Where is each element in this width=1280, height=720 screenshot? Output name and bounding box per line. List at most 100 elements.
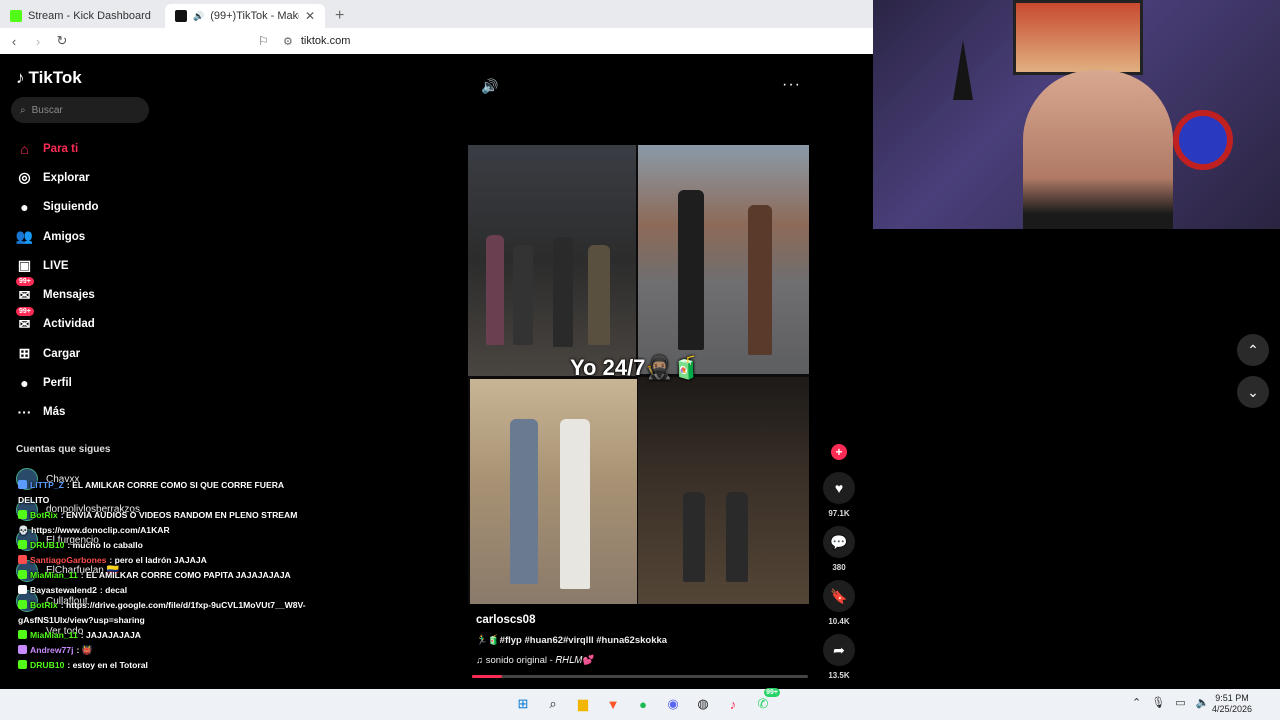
scroll-up-button[interactable]: ⌃ [1237, 334, 1269, 366]
chat-badge-icon [18, 645, 27, 654]
chat-username: DRUB10 [30, 660, 65, 670]
chat-badge-icon [18, 660, 27, 669]
windows-start-glyph: ⊞ [517, 696, 529, 711]
sidebar-item-label: Amigos [43, 230, 86, 243]
obs-icon[interactable]: ◍ [692, 693, 714, 715]
video-player[interactable]: Yo 24/7🥷🏽🧃 [468, 145, 809, 604]
bookmark-icon[interactable]: ⚐ [258, 34, 269, 48]
search-input[interactable]: ⌕ Buscar [11, 97, 149, 123]
site-info-icon[interactable]: ⚙ [283, 35, 293, 48]
video-sound[interactable]: ♫ sonido original - 𝑅𝐻𝐿𝑀💕 [476, 655, 594, 666]
volume-icon[interactable]: 🔊 [481, 78, 498, 95]
chat-text: : JAJAJAJAJA [80, 630, 141, 640]
chat-username: MiaMian_11 [30, 630, 78, 640]
file-explorer-icon[interactable]: ▆ [572, 693, 594, 715]
sidebar-item-siguiendo[interactable]: ● Siguiendo [16, 193, 156, 222]
comment-icon[interactable]: 💬 [823, 526, 855, 558]
sidebar-item-actividad[interactable]: ✉ 99+ Actividad [16, 306, 156, 339]
volume-icon[interactable]: 🔈 [1196, 696, 1210, 709]
chat-username: Andrew77j [30, 645, 74, 655]
sidebar-item-cargar[interactable]: ⊞ Cargar [16, 339, 156, 368]
system-tray: ⌃ 🎙 ▭ 🔈 [1132, 696, 1209, 709]
webcam-overlay [873, 0, 1280, 229]
chat-badge-icon [18, 600, 27, 609]
search-icon: ⌕ [20, 104, 26, 116]
tiktok-note-icon: ♪ [16, 68, 25, 87]
more-options-icon[interactable]: ··· [782, 76, 801, 94]
windows-start-icon[interactable]: ⊞ [512, 693, 534, 715]
sidebar-item-amigos[interactable]: 👥 Amigos [16, 222, 156, 251]
sidebar-item-para-ti[interactable]: ⌂ Para ti [16, 134, 156, 163]
scroll-down-button[interactable]: ⌄ [1237, 376, 1269, 408]
sidebar-item-live[interactable]: ▣ LIVE [16, 251, 156, 280]
chat-badge-icon [18, 510, 27, 519]
tiktok-icon[interactable]: ♪ [722, 693, 744, 715]
sidebar-item-label: Perfil [43, 377, 72, 390]
music-note-icon: ♫ [476, 655, 486, 666]
taskbar-apps: ⊞ ⌕ ▆ ▼ ● ◉ ◍ ♪ ✆ 99+ [512, 688, 780, 715]
spotify-icon[interactable]: ● [632, 693, 654, 715]
chat-text: : 👹 [76, 645, 93, 655]
sidebar-item-más[interactable]: ··· Más [16, 398, 156, 427]
like-icon[interactable]: ♥ [823, 472, 855, 504]
forward-icon[interactable]: › [28, 34, 48, 49]
search-icon[interactable]: ⌕ [542, 693, 564, 715]
kick-favicon-icon [10, 10, 22, 22]
tab-title: (99+)TikTok - Make Your Day [210, 10, 299, 22]
chat-message: Bayastewalend2: decal [18, 583, 308, 598]
sidebar-item-label: Explorar [43, 171, 90, 184]
sidebar-item-mensajes[interactable]: ✉ 99+ Mensajes [16, 277, 156, 309]
sidebar-item-label: Para ti [43, 142, 79, 155]
whatsapp-glyph: ✆ [757, 696, 769, 711]
sidebar-nav: ⌂ Para ti ◎ Explorar ● Siguiendo 👥 Amigos ▣ LIVE ✉… [16, 134, 156, 427]
discord-icon[interactable]: ◉ [662, 693, 684, 715]
sidebar-item-label: Siguiendo [43, 201, 99, 214]
tiktok-logo[interactable]: ♪ TikTok [16, 68, 82, 88]
share-icon[interactable]: ➦ [823, 634, 855, 666]
chevron-up-icon[interactable]: ⌃ [1132, 696, 1141, 709]
activity-icon: ✉ [18, 315, 31, 332]
sidebar-item-explorar[interactable]: ◎ Explorar [16, 163, 156, 192]
streamer-figure [1023, 70, 1173, 229]
video-panel-bottom-left [470, 379, 637, 604]
microphone-icon[interactable]: 🎙 [1151, 696, 1165, 709]
chat-message: BotRix: ENVIA AUDIOS O VIDEOS RANDOM EN … [18, 508, 308, 538]
profile-icon: ● [20, 375, 29, 392]
stream-chat-overlay: LITTP_Z: EL AMILKAR CORRE COMO SI QUE CO… [18, 478, 308, 673]
whatsapp-icon[interactable]: ✆ 99+ [752, 688, 780, 715]
friends-icon: 👥 [15, 228, 34, 245]
brave-icon[interactable]: ▼ [602, 693, 624, 715]
video-panel-bottom-right [638, 377, 809, 604]
back-icon[interactable]: ‹ [4, 34, 24, 49]
close-tab-icon[interactable]: ✕ [305, 9, 315, 23]
upload-icon: ⊞ [18, 345, 31, 362]
comment-count: 380 [832, 563, 846, 572]
share-count: 13.5K [828, 671, 850, 680]
chat-message: MiaMian_11: EL AMILKAR CORRE COMO PAPITA… [18, 568, 308, 583]
obs-glyph: ◍ [697, 696, 709, 711]
windows-taskbar: ⊞ ⌕ ▆ ▼ ● ◉ ◍ ♪ ✆ 99+ ⌃ 🎙 ▭ 🔈 9:51 PM 4/25/2026 [0, 688, 1280, 720]
shield-decoration [1173, 110, 1233, 170]
chat-message: BotRix: https://drive.google.com/file/d/… [18, 598, 308, 628]
progress-fill [472, 675, 503, 678]
save-icon[interactable]: 🔖 [823, 580, 855, 612]
reload-icon[interactable]: ↻ [52, 33, 72, 49]
url-field[interactable]: ⚙ tiktok.com [283, 35, 350, 48]
video-author[interactable]: carloscs08 [476, 614, 535, 626]
chat-badge-icon [18, 570, 27, 579]
sidebar-item-label: Cargar [43, 347, 81, 360]
tab-tiktok[interactable]: 🔊 (99+)TikTok - Make Your Day ✕ [165, 4, 325, 28]
new-tab-button[interactable]: + [325, 4, 354, 28]
tab-kick-dashboard[interactable]: Stream - Kick Dashboard [0, 4, 165, 28]
video-progress-bar[interactable] [472, 675, 808, 678]
live-icon: ▣ [17, 257, 32, 274]
system-clock[interactable]: 9:51 PM 4/25/2026 [1212, 693, 1252, 715]
network-icon[interactable]: ▭ [1175, 696, 1185, 709]
chat-text: : ENVIA AUDIOS O VIDEOS RANDOM EN PLENO … [18, 510, 298, 535]
sidebar-item-perfil[interactable]: ● Perfil [16, 368, 156, 397]
url-text: tiktok.com [300, 35, 351, 47]
save-count: 10.4K [828, 617, 850, 626]
chat-message: DRUB10: mucho lo caballo [18, 538, 308, 553]
chat-badge-icon [18, 540, 27, 549]
follow-plus-button[interactable]: + [831, 444, 847, 460]
